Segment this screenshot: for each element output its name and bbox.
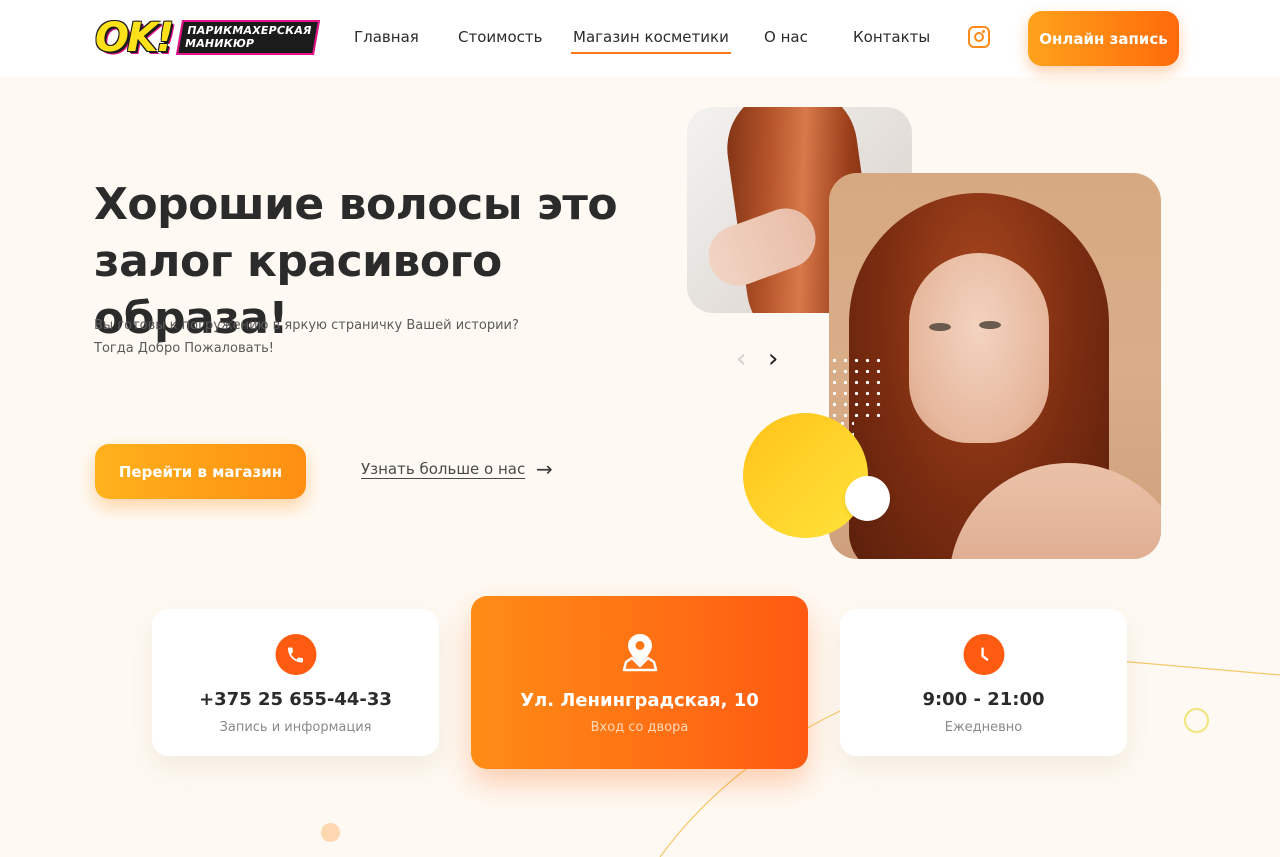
dot-pattern (829, 355, 881, 417)
model-face (909, 253, 1049, 443)
decorative-dot (321, 823, 340, 842)
address-card[interactable]: Ул. Ленинградская, 10 Вход со двора (471, 596, 808, 769)
arrow-right-icon[interactable]: → (536, 457, 553, 481)
hours-value: 9:00 - 21:00 (922, 689, 1045, 710)
decorative-yellow-circle (743, 413, 868, 538)
nav-item-cosmetics-shop[interactable]: Магазин косметики (571, 28, 731, 54)
hours-label: Ежедневно (944, 720, 1023, 735)
hours-card[interactable]: 9:00 - 21:00 Ежедневно (840, 609, 1127, 756)
decorative-ring (1184, 708, 1209, 733)
phone-icon (275, 634, 316, 675)
online-booking-button[interactable]: Онлайн запись (1028, 11, 1179, 66)
address-value: Ул. Ленинградская, 10 (520, 690, 759, 711)
hero-subtitle: Вы готовы к погружению в яркую страничку… (94, 314, 554, 360)
hero-title-line1: Хорошие волосы это (94, 179, 618, 230)
nav-item-contacts[interactable]: Контакты (853, 28, 930, 46)
phone-value: +375 25 655-44-33 (199, 689, 392, 710)
decorative-white-circle (845, 476, 890, 521)
nav-item-home[interactable]: Главная (354, 28, 419, 46)
go-to-shop-button[interactable]: Перейти в магазин (95, 444, 306, 499)
model-eye-left (929, 323, 951, 331)
hero-subtitle-line1: Вы готовы к погружению в яркую страничку… (94, 318, 519, 333)
model-eye-right (979, 321, 1001, 329)
address-label: Вход со двора (590, 720, 689, 735)
site-header: OK! ПАРИКМАХЕРСКАЯ МАНИКЮР Главная Стоим… (0, 0, 1280, 77)
nav-item-pricing[interactable]: Стоимость (458, 28, 542, 46)
slider-prev-icon[interactable]: ‹ (736, 344, 746, 374)
nav-item-about[interactable]: О нас (764, 28, 808, 46)
phone-card[interactable]: +375 25 655-44-33 Запись и информация (152, 609, 439, 756)
slider-next-icon[interactable]: › (768, 344, 778, 374)
location-pin-icon (622, 632, 658, 676)
clock-icon (963, 634, 1004, 675)
learn-more-link[interactable]: Узнать больше о нас (361, 460, 525, 478)
phone-label: Запись и информация (219, 720, 372, 735)
hero-subtitle-line2: Тогда Добро Пожаловать! (94, 341, 275, 356)
instagram-icon[interactable] (968, 26, 990, 48)
